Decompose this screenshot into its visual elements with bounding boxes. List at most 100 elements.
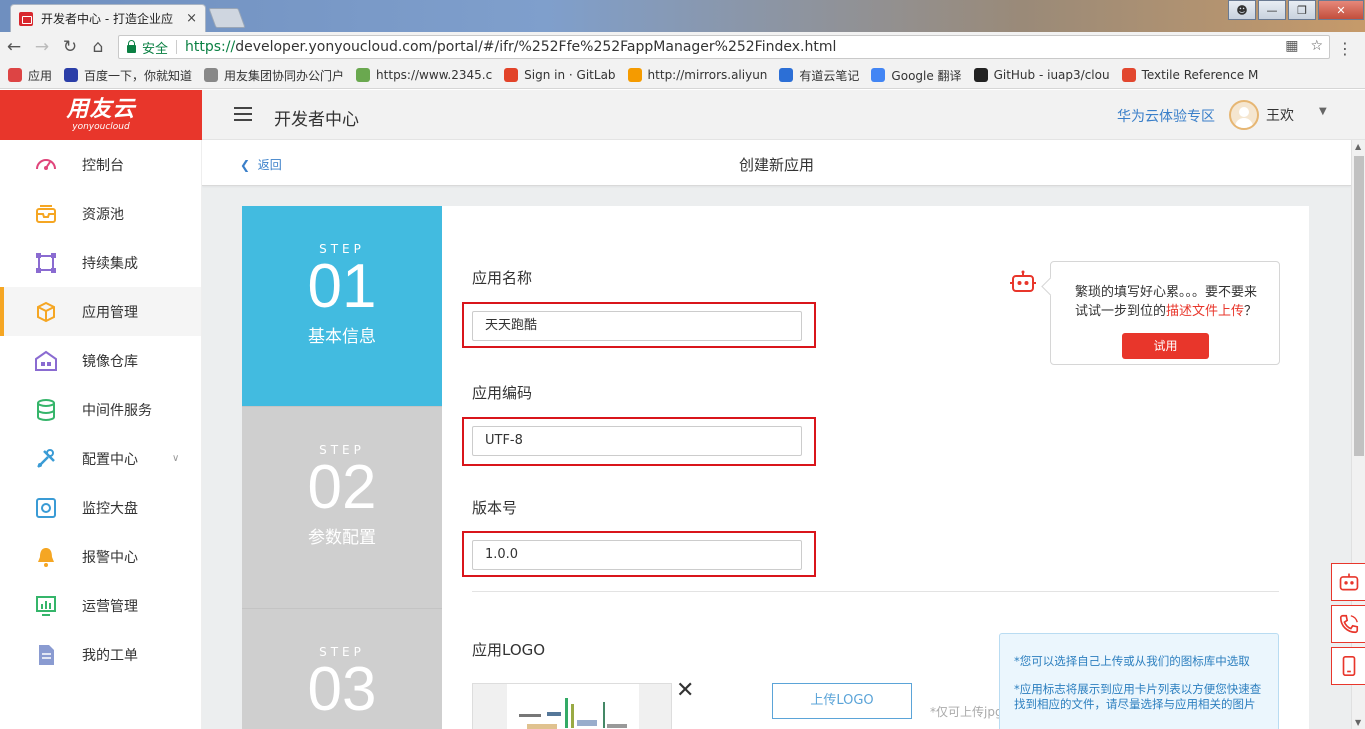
bookmark-item[interactable]: 百度一下，你就知道 (64, 67, 192, 84)
bookmark-item[interactable]: http://mirrors.aliyun (627, 68, 767, 82)
yonyou-logo[interactable]: 用友云 yonyoucloud (0, 90, 202, 140)
minimize-button[interactable]: — (1258, 0, 1286, 20)
sidebar-item[interactable]: 中间件服务 (0, 385, 201, 434)
home-icon[interactable]: ⌂ (84, 37, 112, 57)
app-name-highlight: 天天跑酷 (462, 302, 816, 348)
tip-text: 繁琐的填写好心累。。。要不要来 试试一步到位的描述文件上传？ (1074, 285, 1258, 319)
note-1: *您可以选择自己上传或从我们的图标库中选取 (1014, 654, 1250, 668)
bell-icon (34, 545, 58, 569)
mobile-phone-icon (1342, 656, 1355, 676)
app-logo-label: 应用LOGO (472, 641, 546, 659)
user-profile-button[interactable]: ☻ (1228, 0, 1256, 20)
upload-tip-card: 繁琐的填写好心累。。。要不要来 试试一步到位的描述文件上传？ 试用 (1050, 261, 1280, 365)
sidebar-item[interactable]: 持续集成 (0, 238, 201, 287)
sidebar-item[interactable]: 监控大盘 (0, 483, 201, 532)
try-button[interactable]: 试用 (1122, 333, 1209, 359)
phone-service-button[interactable] (1331, 605, 1365, 643)
bookmark-favicon-icon (1121, 68, 1136, 82)
step-3[interactable]: STEP 03 (242, 608, 442, 729)
bookmark-item[interactable]: Sign in · GitLab (504, 68, 616, 82)
url-text: https://developer.yonyoucloud.com/portal… (185, 39, 837, 55)
reload-icon[interactable]: ↻ (56, 37, 84, 57)
describe-file-upload-link[interactable]: 描述文件上传 (1166, 304, 1244, 319)
hamburger-menu-icon[interactable] (234, 107, 252, 121)
tab-close-icon[interactable]: × (186, 11, 197, 26)
new-tab-button[interactable] (208, 8, 246, 28)
sidebar-item[interactable]: 我的工单 (0, 630, 201, 679)
bookmark-item[interactable]: 应用 (8, 67, 52, 84)
lock-icon (127, 39, 136, 53)
sidebar-item[interactable]: 应用管理 (0, 287, 201, 336)
chevron-down-icon[interactable]: ▼ (1319, 106, 1327, 117)
bookmark-star-icon[interactable]: ☆ (1310, 38, 1323, 54)
back-arrow-icon[interactable]: ← (0, 37, 28, 57)
chart-icon (34, 594, 58, 618)
sidebar-item[interactable]: 报警中心 (0, 532, 201, 581)
create-app-title: 创建新应用 (738, 156, 814, 174)
close-window-button[interactable]: ✕ (1318, 0, 1364, 20)
app-code-highlight: UTF-8 (462, 417, 816, 466)
sidebar-item[interactable]: 资源池 (0, 189, 201, 238)
dashboard-icon (34, 153, 58, 177)
bookmark-favicon-icon (64, 68, 79, 82)
sidebar-item-label: 运营管理 (82, 598, 138, 615)
translate-icon[interactable]: ▦ (1285, 38, 1298, 54)
bookmark-item[interactable]: 有道云笔记 (779, 67, 859, 84)
bookmarks-bar: 应用 百度一下，你就知道 用友集团协同办公门户 https://www.2345.c S… (0, 62, 1365, 89)
bookmark-item[interactable]: GitHub - iuap3/clou (973, 68, 1110, 82)
username[interactable]: 王欢 (1266, 105, 1294, 125)
sidebar-item[interactable]: 运营管理 (0, 581, 201, 630)
upload-logo-button[interactable]: 上传LOGO (772, 683, 912, 719)
close-preview-icon[interactable]: ✕ (676, 678, 694, 703)
note-2: *应用标志将展示到应用卡片列表以方便您快速查找到相应的文件，请尽量选择与应用相关… (1014, 682, 1262, 711)
sidebar-item-label: 配置中心 (82, 451, 138, 468)
robot-icon (1010, 270, 1036, 292)
version-input[interactable]: 1.0.0 (472, 540, 802, 570)
url-input[interactable]: 安全 https://developer.yonyoucloud.com/por… (118, 35, 1330, 59)
monitor-icon (34, 496, 58, 520)
address-toolbar: ← → ↻ ⌂ 安全 https://developer.yonyoucloud… (0, 32, 1365, 62)
step-2[interactable]: STEP 02 参数配置 (242, 406, 442, 608)
bookmark-favicon-icon (504, 68, 519, 82)
robot-service-button[interactable] (1331, 563, 1365, 601)
app-code-input[interactable]: UTF-8 (472, 426, 802, 456)
bookmark-favicon-icon (204, 68, 219, 82)
sidebar-item[interactable]: 镜像仓库 (0, 336, 201, 385)
bookmark-item[interactable]: 用友集团协同办公门户 (204, 67, 344, 84)
bookmark-item[interactable]: Google 翻译 (871, 67, 962, 84)
logo-preview-image (472, 683, 672, 729)
scroll-thumb[interactable] (1354, 156, 1364, 456)
sidebar-item-label: 我的工单 (82, 647, 138, 664)
chevron-down-icon[interactable]: ∨ (172, 453, 179, 464)
bookmark-item[interactable]: Textile Reference M (1121, 68, 1258, 82)
sidebar-item-label: 监控大盘 (82, 500, 138, 517)
resource-pool-icon (34, 202, 58, 226)
forward-arrow-icon[interactable]: → (28, 37, 56, 57)
sidebar-item-label: 应用管理 (82, 304, 138, 321)
avatar[interactable] (1229, 100, 1259, 130)
browser-titlebar: 开发者中心 - 打造企业应 × ☻ — ❐ ✕ (0, 0, 1365, 32)
browser-menu-icon[interactable]: ⋮ (1337, 39, 1353, 58)
cube-icon (34, 300, 58, 324)
mobile-button[interactable] (1331, 647, 1365, 685)
version-label: 版本号 (472, 499, 518, 517)
warehouse-icon (34, 349, 58, 373)
scroll-down-icon[interactable]: ▼ (1355, 718, 1361, 727)
huawei-cloud-link[interactable]: 华为云体验专区 (1117, 106, 1215, 126)
browser-tab[interactable]: 开发者中心 - 打造企业应 × (10, 4, 206, 32)
floating-toolbar (1331, 563, 1365, 689)
sidebar-item[interactable]: 控制台 (0, 140, 201, 189)
upload-hint: *仅可上传jpg (930, 705, 1003, 719)
scroll-up-icon[interactable]: ▲ (1355, 142, 1361, 151)
app-name-input[interactable]: 天天跑酷 (472, 311, 802, 341)
bookmark-favicon-icon (871, 68, 886, 82)
sidebar-item[interactable]: 配置中心 ∨ (0, 434, 201, 483)
sidebar-item-label: 持续集成 (82, 255, 138, 272)
secure-label: 安全 (142, 41, 169, 57)
logo-notes: *您可以选择自己上传或从我们的图标库中选取 *应用标志将展示到应用卡片列表以方便… (999, 633, 1279, 729)
bookmark-item[interactable]: https://www.2345.c (356, 68, 492, 82)
step-1[interactable]: STEP 01 基本信息 (242, 206, 442, 406)
main-content: ❮ 返回 创建新应用 STEP 01 基本信息 STEP 02 参数配置 STE… (202, 140, 1351, 729)
maximize-button[interactable]: ❐ (1288, 0, 1316, 20)
document-icon (34, 643, 58, 667)
